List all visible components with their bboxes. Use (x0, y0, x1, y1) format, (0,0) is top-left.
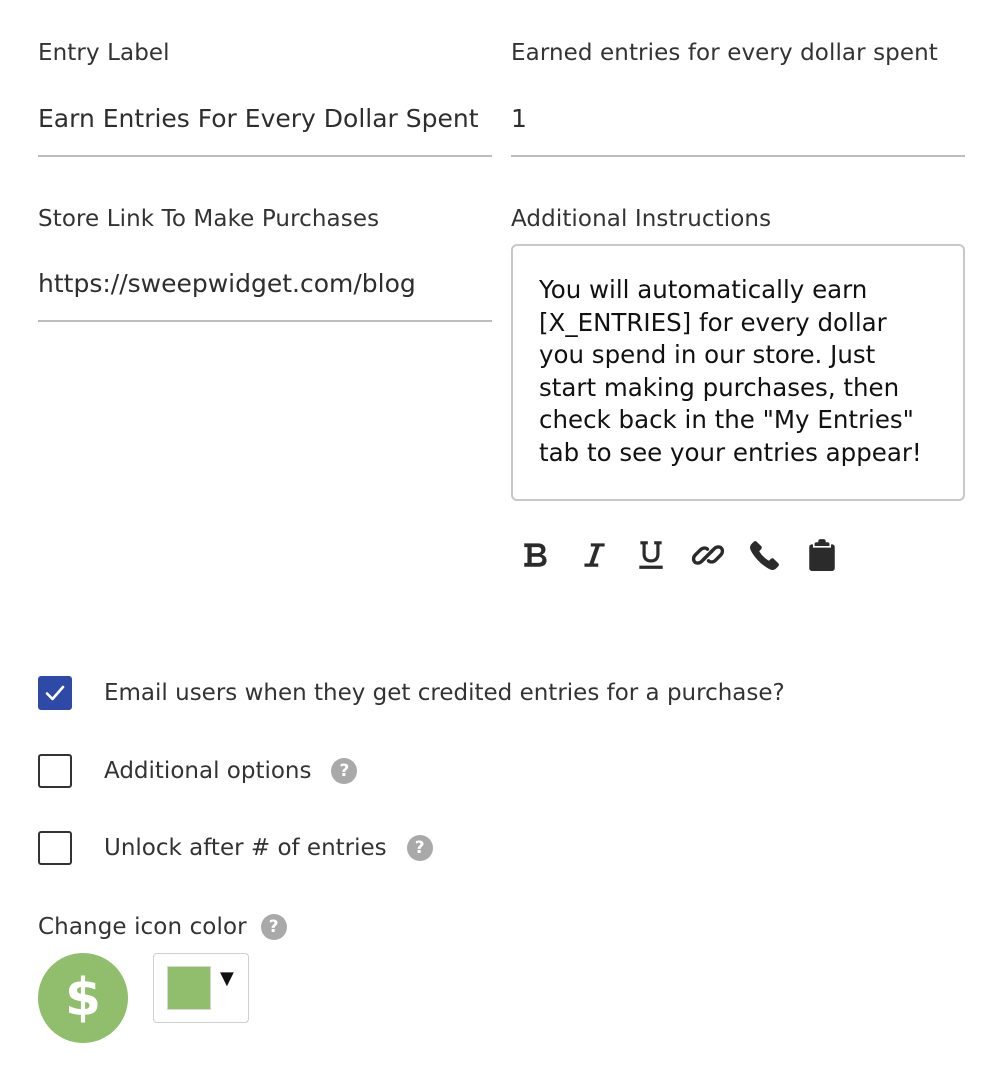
formatting-toolbar (518, 535, 860, 575)
additional-options-label: Additional options (104, 758, 312, 784)
earned-entries-input[interactable] (511, 100, 965, 136)
additional-options-option: Additional options ? (38, 754, 358, 788)
phone-icon[interactable] (746, 536, 784, 574)
dollar-icon: $ (38, 953, 128, 1043)
email-users-option: Email users when they get credited entri… (38, 676, 785, 710)
icon-color-row: Change icon color ? (38, 914, 287, 940)
italic-icon[interactable] (575, 536, 613, 574)
help-icon[interactable]: ? (331, 758, 358, 784)
earned-entries-underline (511, 155, 965, 157)
store-link-underline (38, 320, 492, 322)
clipboard-icon[interactable] (803, 536, 841, 574)
unlock-after-option: Unlock after # of entries ? (38, 831, 433, 865)
underline-icon[interactable] (632, 536, 670, 574)
entry-label-underline (38, 155, 492, 157)
entry-label-input[interactable] (38, 100, 492, 136)
icon-color-picker[interactable]: ▼ (153, 953, 249, 1023)
help-icon[interactable]: ? (260, 914, 287, 940)
bold-icon[interactable] (518, 536, 556, 574)
earned-entries-label: Earned entries for every dollar spent (511, 40, 938, 66)
email-users-checkbox[interactable] (38, 676, 72, 710)
unlock-after-label: Unlock after # of entries (104, 835, 387, 861)
dropdown-caret-icon: ▼ (220, 968, 234, 989)
additional-options-checkbox[interactable] (38, 754, 72, 788)
additional-instructions-label: Additional Instructions (511, 206, 772, 232)
additional-instructions-textarea[interactable]: You will automatically earn [X_ENTRIES] … (511, 244, 965, 501)
help-icon[interactable]: ? (406, 835, 433, 861)
color-swatch (167, 966, 211, 1010)
change-icon-color-label: Change icon color (38, 914, 247, 940)
link-icon[interactable] (689, 536, 727, 574)
entry-label-label: Entry Label (38, 40, 170, 66)
store-link-label: Store Link To Make Purchases (38, 206, 380, 232)
unlock-after-checkbox[interactable] (38, 831, 72, 865)
store-link-input[interactable] (38, 265, 492, 301)
checkmark-icon (45, 685, 65, 701)
dollar-glyph: $ (64, 968, 102, 1028)
email-users-label: Email users when they get credited entri… (104, 680, 785, 706)
